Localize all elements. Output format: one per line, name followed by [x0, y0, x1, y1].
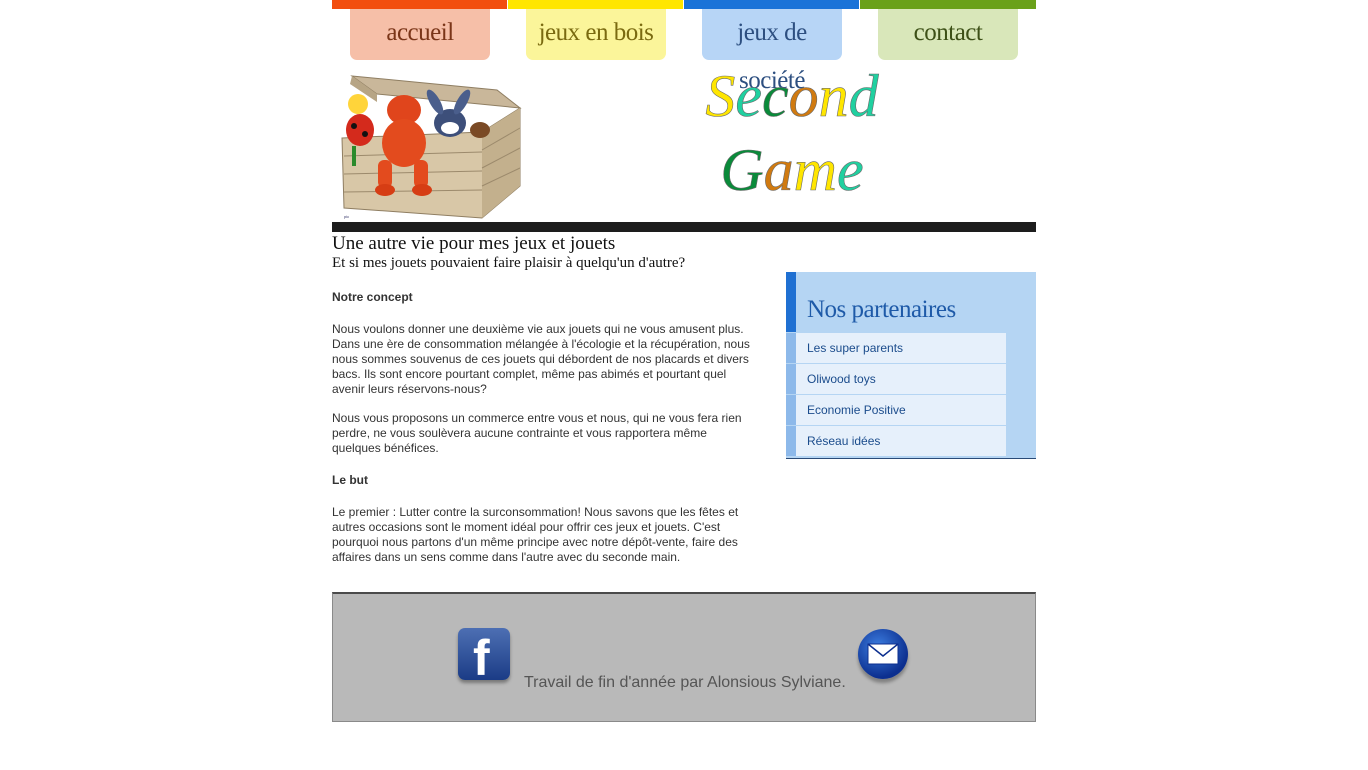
partner-link-super-parents[interactable]: Les super parents	[786, 333, 1006, 363]
color-strips	[332, 0, 1036, 9]
partner-label[interactable]: Les super parents	[807, 341, 903, 355]
page-title: Une autre vie pour mes jeux et jouets	[332, 233, 616, 254]
partner-label[interactable]: Economie Positive	[807, 403, 906, 417]
header-divider	[332, 222, 1036, 232]
logo-letter: e	[735, 63, 762, 129]
concept-paragraph-1: Nous voulons donner une deuxième vie aux…	[332, 322, 750, 396]
strip-contact	[860, 0, 1036, 9]
logo-letter: c	[762, 63, 789, 129]
mail-icon[interactable]	[858, 629, 908, 679]
concept-heading: Notre concept	[332, 290, 413, 304]
strip-accueil	[332, 0, 507, 9]
footer-credit: Travail de fin d'année par Alonsious Syl…	[524, 674, 846, 691]
logo-letter: a	[763, 137, 794, 203]
goal-paragraph-1: Le premier : Lutter contre la surconsomm…	[332, 505, 739, 564]
partner-label[interactable]: Réseau idées	[807, 434, 880, 448]
logo-text-game: Game	[720, 137, 864, 203]
partners-accent	[786, 272, 796, 332]
partners-title: Nos partenaires	[807, 296, 956, 323]
partner-bar	[786, 333, 796, 363]
site-logo[interactable]: Second Game	[672, 60, 912, 210]
logo-text-second: Second	[705, 63, 879, 129]
partner-bar	[786, 426, 796, 456]
logo-letter: o	[788, 63, 819, 129]
partners-box: Nos partenaires Les super parents Oliwoo…	[786, 272, 1036, 459]
partner-link-reseau-idees[interactable]: Réseau idées	[786, 426, 1006, 456]
logo-letter: G	[720, 137, 764, 203]
logo-letter: n	[818, 63, 849, 129]
toy-chest-image: pic	[332, 68, 532, 222]
concept-paragraph-2: Nous vous proposons un commerce entre vo…	[332, 411, 742, 455]
strip-jeux-en-bois	[508, 0, 683, 9]
svg-text:pic: pic	[344, 214, 349, 219]
footer: f Travail de fin d'année par Alonsious S…	[332, 592, 1036, 722]
partner-bar	[786, 364, 796, 394]
logo-line-1: Second	[672, 63, 912, 129]
logo-letter: S	[705, 63, 736, 129]
goal-heading: Le but	[332, 473, 368, 487]
nav-tab-contact[interactable]: contact	[878, 9, 1018, 60]
nav-tab-accueil[interactable]: accueil	[350, 9, 490, 60]
page-subtitle: Et si mes jouets pouvaient faire plaisir…	[332, 255, 686, 271]
partner-label[interactable]: Oliwood toys	[807, 372, 876, 386]
nav-tab-jeux-de-societe[interactable]: jeux de société	[702, 9, 842, 94]
nav-tab-jeux-en-bois[interactable]: jeux en bois	[526, 9, 666, 60]
logo-letter: m	[793, 137, 838, 203]
partner-link-economie-positive[interactable]: Economie Positive	[786, 395, 1006, 425]
logo-letter: d	[848, 63, 879, 129]
strip-jeux-de-societe	[684, 0, 859, 9]
logo-letter: e	[837, 137, 864, 203]
facebook-icon[interactable]: f	[458, 628, 510, 680]
logo-line-2: Game	[672, 137, 912, 203]
partner-link-oliwood-toys[interactable]: Oliwood toys	[786, 364, 1006, 394]
partner-bar	[786, 395, 796, 425]
